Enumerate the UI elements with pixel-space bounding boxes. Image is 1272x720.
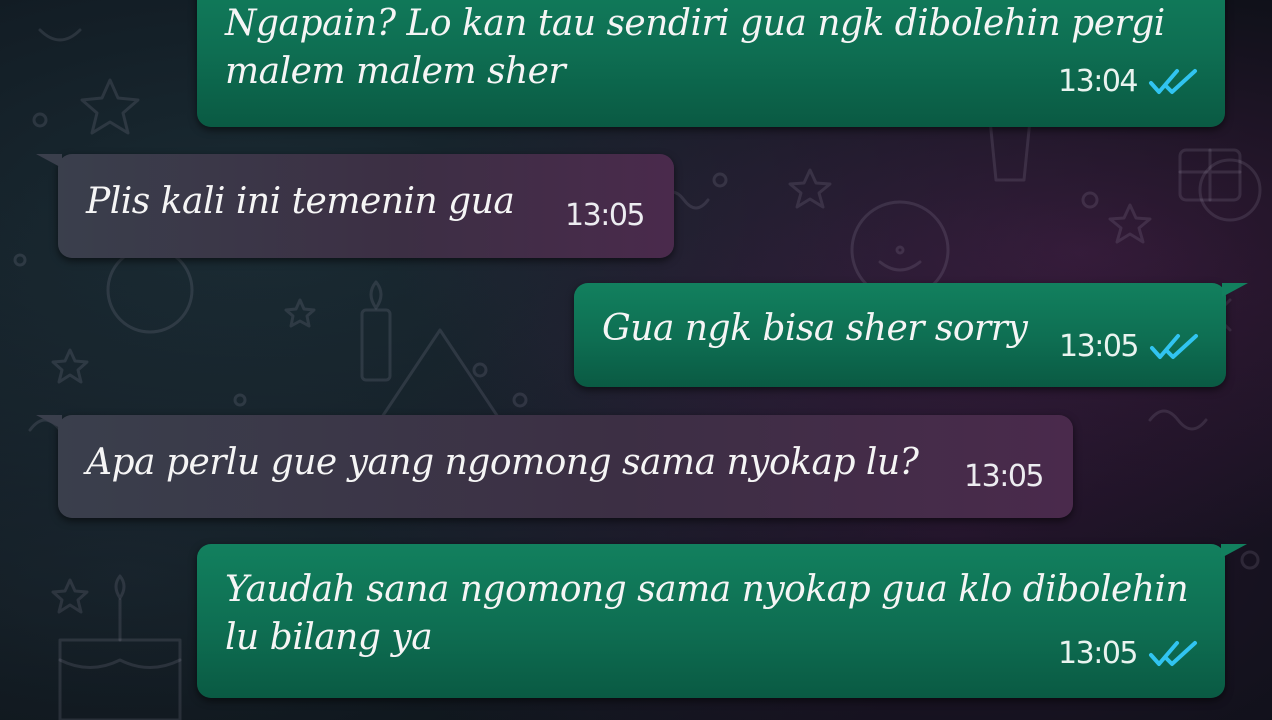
message-text: Ngapain? Lo kan tau sendiri gua ngk dibo… — [225, 3, 1165, 92]
message-text: Gua ngk bisa sher sorry — [602, 308, 1028, 349]
message-bubble-incoming[interactable]: Apa perlu gue yang ngomong sama nyokap l… — [36, 415, 1073, 518]
bubble-tail — [36, 154, 62, 168]
message-bubble-outgoing[interactable]: Ngapain? Lo kan tau sendiri gua ngk dibo… — [197, 0, 1225, 127]
bubble-tail — [36, 415, 62, 429]
message-time: 13:05 — [1058, 636, 1138, 671]
message-bubble-outgoing[interactable]: Yaudah sana ngomong sama nyokap gua klo … — [197, 544, 1247, 698]
message-time: 13:05 — [1059, 329, 1139, 364]
message-meta: 13:05 — [565, 198, 645, 233]
double-check-read-icon — [1148, 332, 1202, 362]
message-time: 13:05 — [964, 459, 1044, 494]
message-bubble-outgoing[interactable]: Gua ngk bisa sher sorry 13:05 — [574, 283, 1248, 387]
message-time: 13:04 — [1058, 64, 1138, 99]
message-text: Yaudah sana ngomong sama nyokap gua klo … — [225, 569, 1189, 658]
chat-thread[interactable]: Ngapain? Lo kan tau sendiri gua ngk dibo… — [0, 0, 1272, 720]
double-check-read-icon — [1147, 639, 1201, 669]
bubble-tail — [1222, 283, 1248, 297]
message-meta: 13:04 — [1058, 64, 1201, 99]
message-meta: 13:05 — [964, 459, 1044, 494]
message-meta: 13:05 — [1059, 329, 1202, 364]
bubble-tail — [1221, 544, 1247, 558]
message-bubble-incoming[interactable]: Plis kali ini temenin gua 13:05 — [36, 154, 674, 258]
double-check-read-icon — [1147, 67, 1201, 97]
message-text: Plis kali ini temenin gua — [86, 181, 515, 222]
message-meta: 13:05 — [1058, 636, 1201, 671]
message-text: Apa perlu gue yang ngomong sama nyokap l… — [86, 442, 919, 483]
message-time: 13:05 — [565, 198, 645, 233]
